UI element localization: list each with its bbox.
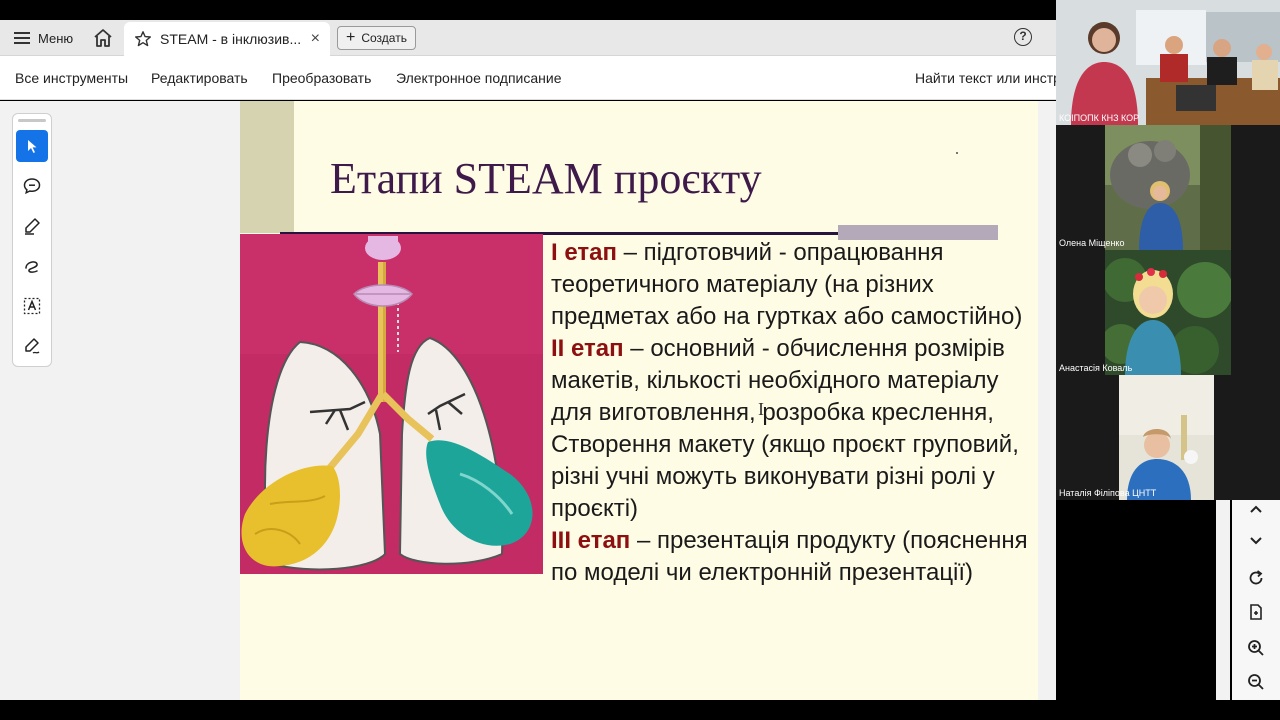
slide-dot [956, 152, 958, 154]
participant-name: Олена Міщенко [1059, 238, 1125, 248]
main-toolbar: Все инструменты Редактировать Преобразов… [0, 56, 1056, 100]
highlight-pen-icon [25, 218, 40, 235]
stages-text: I етап – підготовчий - опрацювання теоре… [551, 237, 1033, 589]
slide-accent-block [240, 101, 294, 233]
zoom-in-button[interactable] [1244, 636, 1268, 660]
rotate-icon [1249, 570, 1263, 585]
home-button[interactable] [92, 27, 114, 49]
video-call-panel: КОІПОПК КНЗ КОР Олена Міщенко Анастасія … [1056, 0, 1280, 500]
text-box-tool[interactable] [16, 290, 48, 322]
participant-video [1105, 250, 1231, 375]
participant-tile[interactable]: Олена Міщенко [1056, 125, 1280, 250]
help-icon[interactable]: ? [1014, 28, 1032, 46]
vertical-scrollbar[interactable] [1216, 500, 1230, 700]
select-tool[interactable] [16, 130, 48, 162]
left-tool-palette [12, 113, 52, 367]
text-box-icon [23, 297, 41, 315]
star-icon[interactable] [134, 30, 152, 48]
right-nav-rail [1232, 500, 1280, 700]
fill-sign-icon [25, 338, 40, 354]
slide-title: Етапи STEAM проєкту [330, 154, 762, 203]
scroll-up-button[interactable] [1244, 498, 1268, 522]
plus-icon: + [346, 29, 356, 46]
scroll-down-icon [1250, 537, 1262, 545]
participant-video [1119, 375, 1214, 500]
scroll-down-button[interactable] [1244, 528, 1268, 552]
participant-tile[interactable]: Наталія Філіпова ЦНТТ [1056, 375, 1280, 500]
comment-tool[interactable] [16, 170, 48, 202]
tab-close-icon[interactable]: × [311, 30, 320, 48]
menu-button[interactable]: Меню [8, 26, 79, 50]
stage-1: I етап – підготовчий - опрацювання теоре… [551, 237, 1033, 333]
participant-name: Анастасія Коваль [1059, 363, 1133, 373]
stage-2: II етап – основний - обчислення розмірів… [551, 333, 1033, 525]
toolbar-all-tools[interactable]: Все инструменты [15, 70, 128, 86]
stage-2-label: II етап [551, 335, 624, 362]
document-tab[interactable]: STEAM - в інклюзив... × [124, 22, 330, 56]
stage-2-text: – основний - обчислення розмірів макетів… [551, 335, 1019, 522]
stage-3: III етап – презентація продукту (пояснен… [551, 525, 1033, 589]
add-comment-icon [23, 178, 41, 195]
hamburger-icon [14, 32, 30, 44]
rotate-button[interactable] [1244, 566, 1268, 590]
stage-1-text: – підготовчий - опрацювання теоретичного… [551, 239, 1023, 330]
participant-video [1056, 0, 1280, 125]
palette-grip[interactable] [18, 119, 46, 122]
lungs-model-illustration [240, 234, 543, 574]
app-tab-bar: Меню STEAM - в інклюзив... × + Создать ? [0, 20, 1056, 56]
toolbar-convert[interactable]: Преобразовать [272, 70, 371, 86]
draw-tool[interactable] [16, 250, 48, 282]
select-arrow-icon [28, 140, 37, 153]
text-cursor-icon: I [758, 399, 764, 419]
participant-tile[interactable]: КОІПОПК КНЗ КОР [1056, 0, 1280, 125]
participant-video [1105, 125, 1231, 250]
stage-1-label: I етап [551, 239, 617, 266]
find-text-search[interactable]: Найти текст или инструменты [915, 70, 1056, 86]
toolbar-e-sign[interactable]: Электронное подписание [396, 70, 562, 86]
extract-page-button[interactable] [1244, 600, 1268, 624]
home-icon [94, 29, 112, 47]
lungs-model-photo [240, 234, 543, 574]
fill-sign-tool[interactable] [16, 330, 48, 362]
screen-bottom-border [0, 700, 1280, 720]
tab-title: STEAM - в інклюзив... [160, 31, 302, 47]
participant-tile[interactable]: Анастасія Коваль [1056, 250, 1280, 375]
zoom-in-icon [1248, 640, 1264, 656]
extract-page-icon [1250, 604, 1262, 620]
stage-3-label: III етап [551, 527, 631, 554]
highlight-tool[interactable] [16, 210, 48, 242]
toolbar-edit[interactable]: Редактировать [151, 70, 248, 86]
zoom-out-icon [1248, 674, 1264, 690]
zoom-out-button[interactable] [1244, 670, 1268, 694]
pdf-slide-page: Етапи STEAM проєкту I етап – підготовчий [240, 101, 1038, 700]
create-button[interactable]: + Создать [337, 26, 416, 50]
scroll-up-icon [1250, 505, 1262, 513]
participant-name: Наталія Філіпова ЦНТТ [1059, 488, 1157, 498]
draw-freehand-icon [25, 261, 38, 273]
menu-label: Меню [38, 30, 74, 46]
participant-name: КОІПОПК КНЗ КОР [1059, 113, 1140, 123]
create-label: Создать [361, 31, 407, 45]
